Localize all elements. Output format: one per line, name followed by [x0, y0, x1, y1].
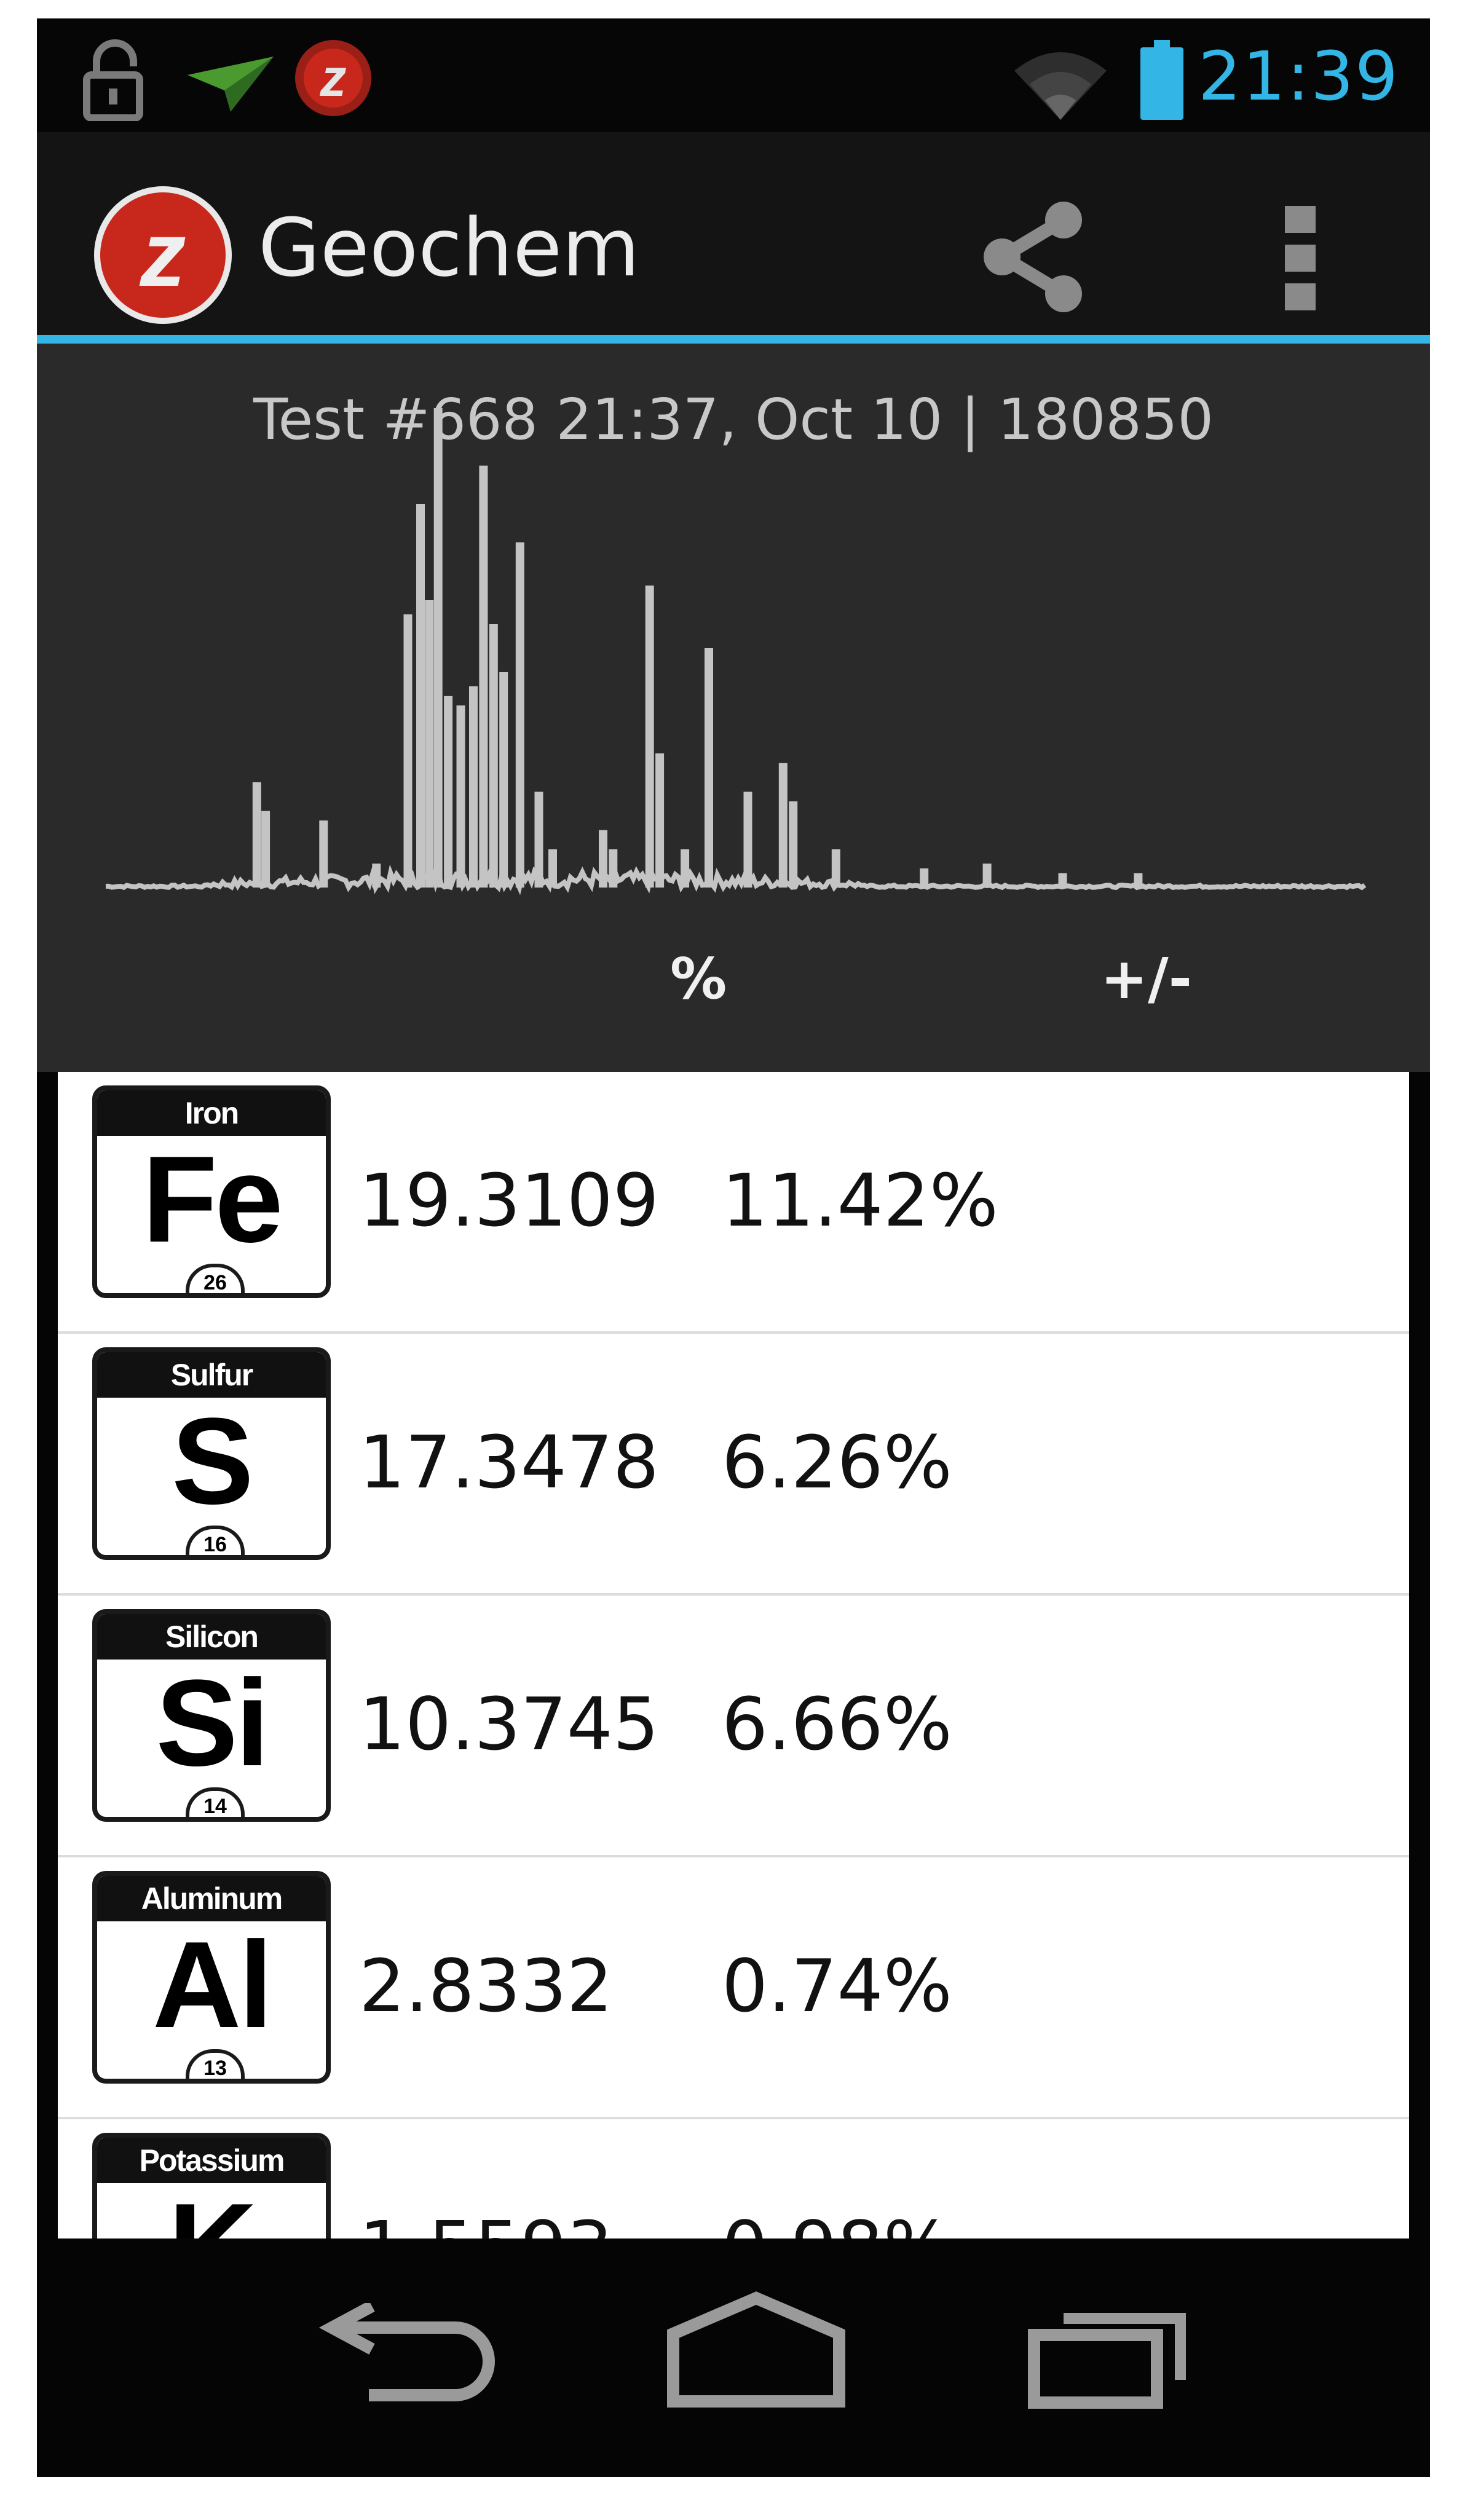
concentration-value: 1.5593	[359, 2205, 613, 2238]
spectrum-peak	[705, 648, 713, 888]
element-tile: Aluminum Al 13	[92, 1871, 331, 2084]
wifi-icon	[1014, 52, 1107, 120]
spectrum-panel: Test #668 21:37, Oct 10 | 180850 % +/-	[37, 344, 1430, 1072]
result-row[interactable]: Aluminum Al 13 2.8332 0.74%	[58, 1857, 1409, 2119]
battery-icon	[1140, 40, 1183, 120]
clock: 21:39	[1198, 37, 1399, 116]
column-header-error: +/-	[1100, 946, 1192, 1012]
error-value: 11.42%	[722, 1158, 998, 1243]
phone-screen: z 21:39 z Geochem Test #668 21:37, Oct 1…	[37, 18, 1430, 2477]
spectrum-peak	[778, 763, 788, 888]
spectrum-peak	[372, 864, 381, 888]
element-tile: Sulfur S 16	[92, 1347, 331, 1560]
concentration-value: 17.3478	[359, 1420, 659, 1505]
element-symbol: Al	[152, 1916, 273, 2053]
spectrum-peak	[319, 820, 328, 888]
result-row[interactable]: Sulfur S 16 17.3478 6.26%	[58, 1334, 1409, 1596]
svg-text:z: z	[140, 202, 186, 305]
paper-plane-icon	[188, 57, 274, 112]
element-tile: Iron Fe 26	[92, 1085, 331, 1298]
element-symbol: Fe	[142, 1131, 283, 1268]
spectrum-peak	[982, 864, 992, 888]
result-row[interactable]: Iron Fe 26 19.3109 11.42%	[58, 1072, 1409, 1334]
spectrum-peak	[433, 408, 443, 888]
atomic-number: 14	[186, 1787, 245, 1817]
spectrum-peak	[789, 801, 798, 888]
app-title: Geochem	[258, 201, 640, 294]
spectrum-peak	[681, 849, 690, 888]
concentration-value: 10.3745	[359, 1682, 659, 1766]
spectrum-peak	[515, 542, 524, 888]
spectrum-peak	[831, 849, 840, 888]
error-value: 0.98%	[722, 2205, 952, 2238]
spectrum-peak	[609, 849, 618, 888]
element-name: Silicon	[97, 1614, 326, 1660]
atomic-number: 16	[186, 1526, 245, 1555]
svg-text:z: z	[320, 49, 347, 108]
app-notification-icon: z	[295, 40, 371, 116]
atomic-number: 13	[186, 2049, 245, 2079]
overflow-menu-icon[interactable]	[1279, 200, 1322, 317]
column-header-percent: %	[670, 946, 727, 1012]
share-icon[interactable]	[977, 199, 1094, 315]
spectrum-peak	[489, 624, 498, 888]
element-name: Aluminum	[97, 1876, 326, 1921]
spectrum-peak	[261, 811, 270, 888]
spectrum-peak	[403, 614, 413, 888]
result-row[interactable]: Silicon Si 14 10.3745 6.66%	[58, 1596, 1409, 1857]
spectrum-peak	[252, 782, 261, 888]
spectrum-peak	[479, 465, 488, 888]
spectrum-peak	[920, 868, 929, 888]
spectrum-peak	[743, 792, 752, 888]
spectrum-peak	[1058, 873, 1067, 888]
element-name: Iron	[97, 1090, 326, 1136]
recents-icon[interactable]	[1027, 2297, 1193, 2411]
element-name: Sulfur	[97, 1352, 326, 1398]
spectrum-baseline	[105, 864, 1367, 896]
element-symbol: K	[97, 2186, 326, 2239]
status-bar: z 21:39	[37, 18, 1430, 132]
error-value: 6.66%	[722, 1682, 952, 1766]
spectrum-chart	[105, 408, 1367, 896]
spectrum-peak	[456, 705, 465, 888]
spectrum-peak	[655, 753, 665, 888]
spectrum-peak	[416, 504, 425, 888]
app-logo-icon[interactable]: z	[92, 184, 234, 326]
spectrum-peak	[499, 672, 508, 888]
results-list[interactable]: Iron Fe 26 19.3109 11.42% Sulfur S 16 17…	[58, 1072, 1409, 2238]
home-icon[interactable]	[664, 2291, 848, 2408]
navigation-bar	[37, 2238, 1430, 2477]
spectrum-peak	[1134, 873, 1143, 888]
concentration-value: 19.3109	[359, 1158, 659, 1243]
element-symbol: Si	[156, 1655, 270, 1792]
element-symbol: S	[172, 1393, 253, 1530]
spectrum-peak	[645, 585, 654, 888]
spectrum-peak	[599, 830, 607, 888]
lock-open-icon	[83, 39, 143, 121]
error-value: 6.26%	[722, 1420, 952, 1505]
concentration-value: 2.8332	[359, 1943, 613, 2028]
spectrum-peak	[444, 696, 453, 888]
action-bar: z Geochem	[37, 132, 1430, 344]
spectrum-peak	[548, 849, 557, 888]
spectrum-peak	[469, 686, 478, 888]
back-icon[interactable]	[314, 2303, 510, 2408]
result-row[interactable]: Potassium K 19 1.5593 0.98%	[58, 2119, 1409, 2238]
spectrum-peak	[534, 792, 543, 888]
atomic-number: 26	[186, 1264, 245, 1293]
element-name: Potassium	[97, 2138, 326, 2183]
spectrum-peak	[425, 600, 434, 888]
element-tile: Silicon Si 14	[92, 1609, 331, 1822]
element-tile: Potassium K 19	[92, 2133, 331, 2238]
error-value: 0.74%	[722, 1943, 952, 2028]
